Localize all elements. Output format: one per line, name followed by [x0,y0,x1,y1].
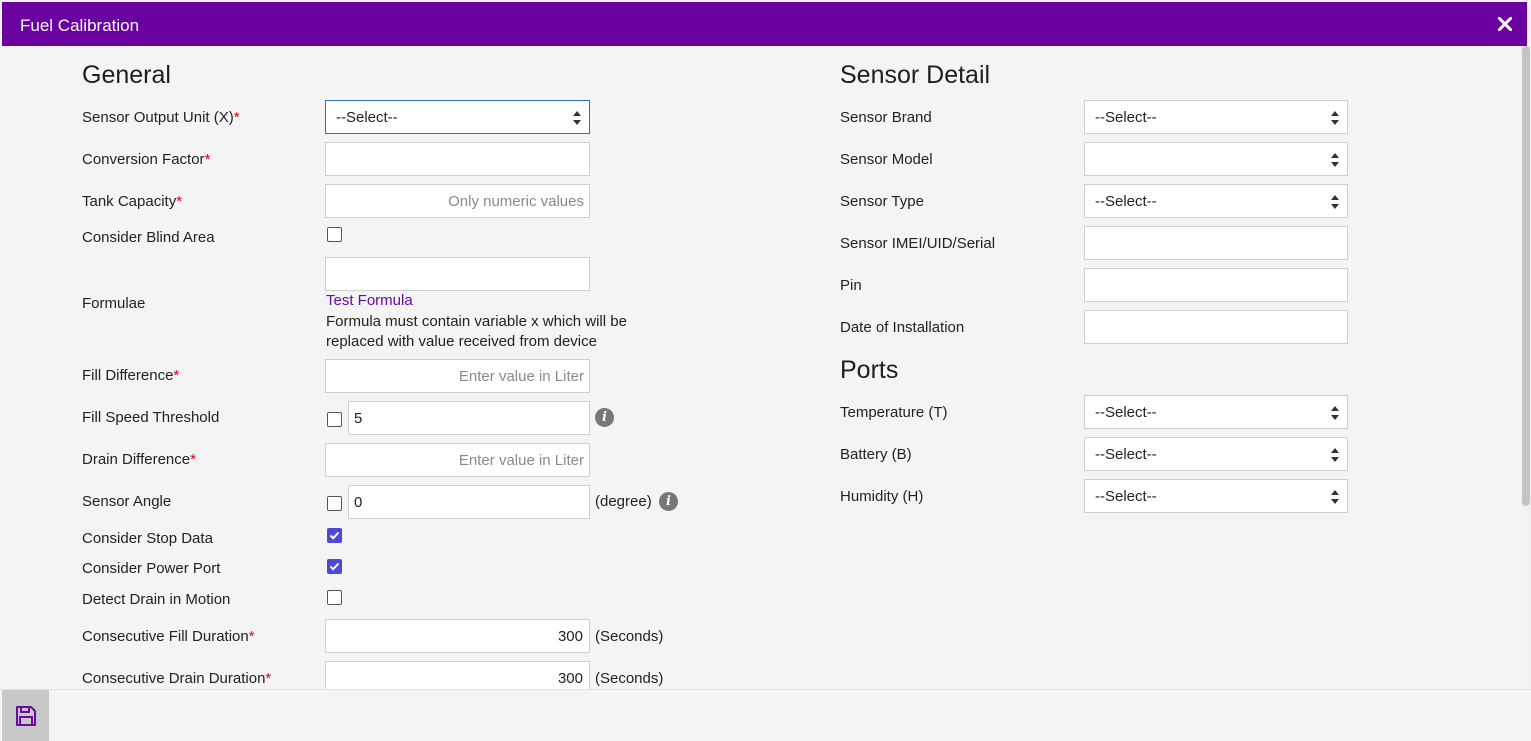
modal-body: General Sensor Output Unit (X)* --Select… [2,46,1521,689]
sensor-imei-label: Sensor IMEI/UID/Serial [840,235,996,252]
formulae-label: Formulae [82,295,146,312]
select-arrows-icon [573,111,581,125]
checkmark-icon [329,531,340,540]
sensor-output-unit-select[interactable]: --Select-- [325,100,590,134]
checkmark-icon [329,562,340,571]
sensor-brand-select[interactable]: --Select-- [1084,100,1348,134]
sensor-detail-heading: Sensor Detail [840,61,991,89]
modal-titlebar: Fuel Calibration [2,2,1527,46]
select-arrows-icon [1331,490,1339,504]
select-arrows-icon [1331,195,1339,209]
save-icon [15,705,36,726]
sensor-angle-input[interactable]: 0 [348,485,590,519]
fill-speed-threshold-checkbox[interactable] [327,412,342,427]
pin-label: Pin [840,277,862,294]
consecutive-drain-duration-input[interactable]: 300 [325,661,590,689]
select-arrows-icon [1331,406,1339,420]
scrollbar[interactable] [1521,46,1531,689]
humidity-select[interactable]: --Select-- [1084,479,1348,513]
consider-power-port-label: Consider Power Port [82,560,221,577]
sensor-imei-input[interactable] [1084,226,1348,260]
sensor-output-unit-value: --Select-- [336,109,398,126]
sensor-type-select[interactable]: --Select-- [1084,184,1348,218]
sensor-angle-checkbox[interactable] [327,496,342,511]
conversion-factor-label: Conversion Factor* [82,151,211,168]
pin-input[interactable] [1084,268,1348,302]
consecutive-fill-duration-unit: (Seconds) [595,628,664,645]
info-icon[interactable]: i [659,492,678,511]
close-icon[interactable] [1493,12,1517,36]
scrollbar-thumb[interactable] [1522,46,1530,506]
sensor-type-label: Sensor Type [840,193,924,210]
info-icon[interactable]: i [595,408,614,427]
humidity-label: Humidity (H) [840,488,924,505]
save-button[interactable] [2,690,49,741]
temperature-select[interactable]: --Select-- [1084,395,1348,429]
sensor-angle-unit: (degree) [595,493,652,510]
sensor-angle-label: Sensor Angle [82,493,172,510]
consider-power-port-checkbox[interactable] [327,559,342,574]
modal-footer [0,689,1531,741]
date-of-installation-input[interactable] [1084,310,1348,344]
tank-capacity-input[interactable]: Only numeric values [325,184,590,218]
sensor-model-label: Sensor Model [840,151,933,168]
consider-blind-area-checkbox[interactable] [327,227,342,242]
conversion-factor-input[interactable] [325,142,590,176]
battery-select[interactable]: --Select-- [1084,437,1348,471]
consider-stop-data-label: Consider Stop Data [82,530,213,547]
consecutive-drain-duration-label: Consecutive Drain Duration* [82,670,272,687]
sensor-brand-label: Sensor Brand [840,109,932,126]
fill-speed-threshold-label: Fill Speed Threshold [82,409,220,426]
temperature-label: Temperature (T) [840,404,948,421]
consecutive-fill-duration-input[interactable]: 300 [325,619,590,653]
consider-stop-data-checkbox[interactable] [327,528,342,543]
fill-difference-input[interactable]: Enter value in Liter [325,359,590,393]
tank-capacity-label: Tank Capacity* [82,193,183,210]
formulae-input[interactable] [325,257,590,291]
test-formula-link[interactable]: Test Formula [326,292,413,309]
consecutive-fill-duration-label: Consecutive Fill Duration* [82,628,255,645]
consider-blind-area-label: Consider Blind Area [82,229,215,246]
modal-title: Fuel Calibration [20,16,140,35]
fill-difference-placeholder: Enter value in Liter [458,368,584,385]
select-arrows-icon [1331,448,1339,462]
date-of-installation-label: Date of Installation [840,319,965,336]
detect-drain-in-motion-checkbox[interactable] [327,590,342,605]
select-arrows-icon [1331,111,1339,125]
detect-drain-in-motion-label: Detect Drain in Motion [82,591,231,608]
select-arrows-icon [1331,153,1339,167]
ports-heading: Ports [840,356,899,384]
consecutive-drain-duration-unit: (Seconds) [595,670,664,687]
battery-label: Battery (B) [840,446,912,463]
formula-note: Formula must contain variable x which wi… [326,313,627,350]
drain-difference-label: Drain Difference* [82,451,196,468]
drain-difference-placeholder: Enter value in Liter [458,452,584,469]
sensor-output-unit-label: Sensor Output Unit (X)* [82,109,240,126]
fill-speed-threshold-input[interactable]: 5 [348,401,590,435]
sensor-model-select[interactable] [1084,142,1348,176]
tank-capacity-placeholder: Only numeric values [448,193,584,210]
fill-difference-label: Fill Difference* [82,367,180,384]
drain-difference-input[interactable]: Enter value in Liter [325,443,590,477]
general-heading: General [82,61,171,89]
